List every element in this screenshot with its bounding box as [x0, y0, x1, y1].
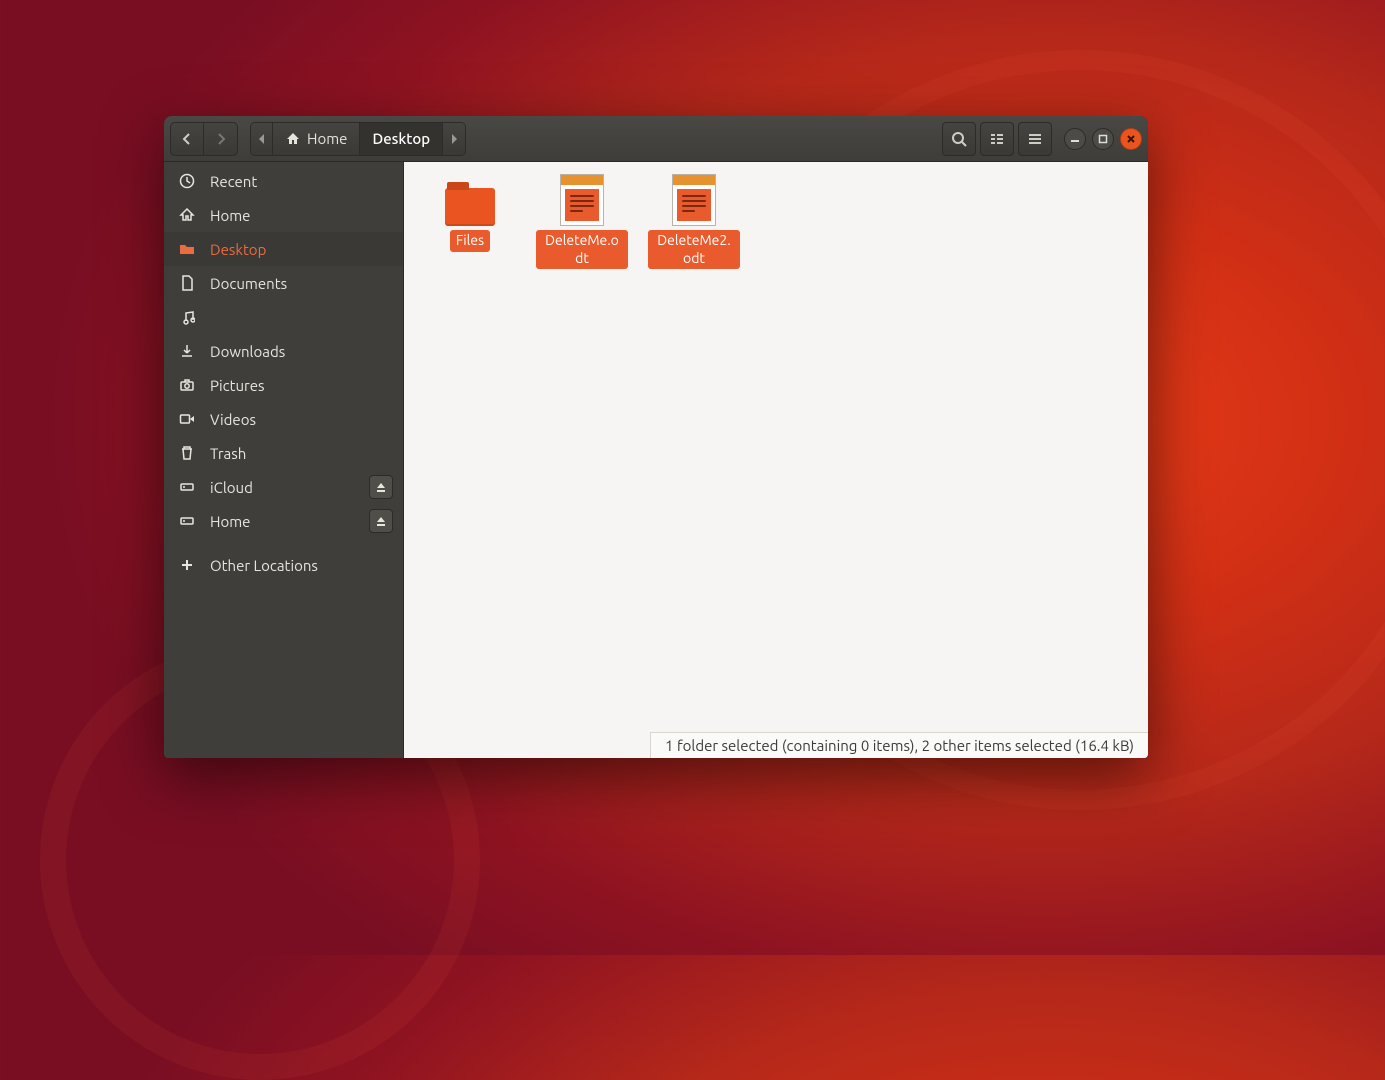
sidebar-item-recent[interactable]: Recent — [164, 164, 403, 198]
odt-file-icon — [555, 172, 609, 226]
file-item[interactable]: DeleteMe.odt — [534, 172, 630, 748]
triangle-left-icon — [258, 134, 266, 144]
triangle-right-icon — [450, 134, 458, 144]
sidebar-item-pictures[interactable]: Pictures — [164, 368, 403, 402]
sidebar-item-home[interactable]: Home — [164, 198, 403, 232]
view-toggle-button[interactable] — [980, 122, 1014, 156]
search-icon — [951, 131, 967, 147]
maximize-button[interactable] — [1092, 128, 1114, 150]
content-pane[interactable]: Files DeleteMe.odt — [404, 162, 1148, 758]
close-button[interactable] — [1120, 128, 1142, 150]
folder-item[interactable]: Files — [422, 172, 518, 748]
sidebar-item-label: iCloud — [210, 479, 355, 496]
sidebar-item-other-locations[interactable]: Other Locations — [164, 548, 403, 582]
list-view-icon — [989, 131, 1005, 147]
file-item[interactable]: DeleteMe2.odt — [646, 172, 742, 748]
video-icon — [178, 411, 196, 427]
sidebar-item-label: Pictures — [210, 377, 393, 394]
path-segment-label: Home — [307, 130, 347, 147]
music-icon — [178, 309, 196, 325]
eject-button[interactable] — [369, 509, 393, 533]
sidebar-item-desktop[interactable]: Desktop — [164, 232, 403, 266]
folder-icon — [178, 241, 196, 257]
download-icon — [178, 343, 196, 359]
sidebar-item-label: Home — [210, 207, 393, 224]
minimize-icon — [1070, 134, 1080, 144]
window-controls — [1064, 128, 1142, 150]
hamburger-icon — [1027, 131, 1043, 147]
sidebar-item-label: Videos — [210, 411, 393, 428]
file-label: Files — [450, 230, 490, 252]
sidebar-item-home-drive[interactable]: Home — [164, 504, 403, 538]
eject-button[interactable] — [369, 475, 393, 499]
file-manager-window: Home Desktop — [164, 116, 1148, 758]
window-body: Recent Home Desktop Documents — [164, 162, 1148, 758]
folder-icon — [443, 172, 497, 226]
sidebar-item-label: Desktop — [210, 241, 393, 258]
sidebar-item-label: Downloads — [210, 343, 393, 360]
forward-button[interactable] — [204, 122, 238, 156]
search-button[interactable] — [942, 122, 976, 156]
file-grid: Files DeleteMe.odt — [404, 162, 1148, 758]
sidebar-item-label: Trash — [210, 445, 393, 462]
sidebar-item-label: Recent — [210, 173, 393, 190]
maximize-icon — [1098, 134, 1108, 144]
sidebar-item-icloud[interactable]: iCloud — [164, 470, 403, 504]
file-label: DeleteMe.odt — [536, 230, 628, 269]
back-button[interactable] — [170, 122, 204, 156]
sidebar-item-music[interactable] — [164, 300, 403, 334]
sidebar-item-label: Documents — [210, 275, 393, 292]
titlebar: Home Desktop — [164, 116, 1148, 162]
hamburger-menu-button[interactable] — [1018, 122, 1052, 156]
home-icon — [285, 131, 301, 147]
camera-icon — [178, 377, 196, 393]
path-segment-home[interactable]: Home — [273, 123, 360, 155]
status-text: 1 folder selected (containing 0 items), … — [665, 737, 1134, 754]
file-label: DeleteMe2.odt — [648, 230, 740, 269]
sidebar-item-documents[interactable]: Documents — [164, 266, 403, 300]
path-segment-current[interactable]: Desktop — [360, 123, 443, 155]
clock-icon — [178, 173, 196, 189]
minimize-button[interactable] — [1064, 128, 1086, 150]
plus-icon — [178, 558, 196, 572]
status-bar: 1 folder selected (containing 0 items), … — [650, 732, 1148, 758]
chevron-left-icon — [181, 133, 193, 145]
path-prev-button[interactable] — [251, 123, 273, 155]
path-segment-label: Desktop — [372, 130, 430, 147]
sidebar: Recent Home Desktop Documents — [164, 162, 404, 758]
chevron-right-icon — [215, 133, 227, 145]
eject-icon — [375, 481, 387, 493]
trash-icon — [178, 445, 196, 461]
drive-icon — [178, 479, 196, 495]
home-icon — [178, 207, 196, 223]
odt-file-icon — [667, 172, 721, 226]
sidebar-item-trash[interactable]: Trash — [164, 436, 403, 470]
eject-icon — [375, 515, 387, 527]
document-icon — [178, 275, 196, 291]
path-bar: Home Desktop — [250, 122, 466, 156]
sidebar-item-videos[interactable]: Videos — [164, 402, 403, 436]
nav-group — [170, 122, 238, 156]
sidebar-item-label: Other Locations — [210, 557, 393, 574]
sidebar-item-label: Home — [210, 513, 355, 530]
drive-icon — [178, 513, 196, 529]
path-next-button[interactable] — [443, 123, 465, 155]
close-icon — [1126, 134, 1136, 144]
sidebar-item-downloads[interactable]: Downloads — [164, 334, 403, 368]
